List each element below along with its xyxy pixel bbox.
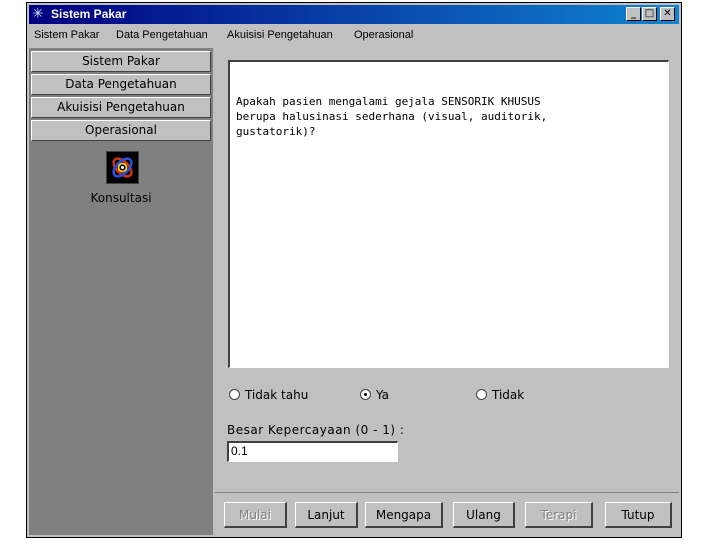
app-window: ✳ Sistem Pakar _ □ ✕ Sistem Pakar Data P… [26,2,682,538]
radio-indicator[interactable] [229,389,240,400]
menu-bar: Sistem Pakar Data Pengetahuan Akuisisi P… [29,25,679,45]
radio-ya[interactable]: Ya [360,388,389,402]
radio-label: Tidak tahu [245,388,309,402]
radio-label: Tidak [492,388,525,402]
mengapa-button[interactable]: Mengapa [365,502,443,528]
menu-akuisisi-pengetahuan[interactable]: Akuisisi Pengetahuan [227,29,333,41]
ulang-button[interactable]: Ulang [453,502,515,528]
radio-indicator-selected[interactable] [360,389,371,400]
sidebar-item-sistem-pakar[interactable]: Sistem Pakar [31,51,211,72]
sidebar-item-akuisisi-pengetahuan[interactable]: Akuisisi Pengetahuan [31,97,211,118]
confidence-label: Besar Kepercayaan (0 - 1) : [227,423,405,437]
menu-sistem-pakar[interactable]: Sistem Pakar [34,29,99,41]
konsultasi-icon[interactable] [106,151,139,184]
terapi-button[interactable]: Terapi [525,502,593,528]
lanjut-button[interactable]: Lanjut [295,502,358,528]
radio-indicator[interactable] [476,389,487,400]
app-icon: ✳ [32,6,44,22]
sidebar-item-data-pengetahuan[interactable]: Data Pengetahuan [31,74,211,95]
menu-operasional[interactable]: Operasional [354,29,413,41]
window-title: Sistem Pakar [51,7,127,21]
consultation-panel: Apakah pasien mengalami gejala SENSORIK … [215,48,679,535]
close-button[interactable]: ✕ [660,7,675,21]
tutup-button[interactable]: Tutup [605,502,672,528]
minimize-button[interactable]: _ [626,7,641,21]
maximize-button[interactable]: □ [642,7,657,21]
radio-tidak[interactable]: Tidak [476,388,524,402]
sidebar-item-operasional[interactable]: Operasional [31,120,211,141]
mulai-button[interactable]: Mulai [224,502,287,528]
menu-data-pengetahuan[interactable]: Data Pengetahuan [116,29,208,41]
radio-label: Ya [376,388,390,402]
title-bar[interactable]: ✳ Sistem Pakar _ □ ✕ [29,5,679,24]
question-box: Apakah pasien mengalami gejala SENSORIK … [228,60,669,368]
sidebar: Sistem Pakar Data Pengetahuan Akuisisi P… [29,48,213,535]
question-text: Apakah pasien mengalami gejala SENSORIK … [236,95,548,138]
confidence-input[interactable]: 0.1 [227,441,398,462]
radio-tidak-tahu[interactable]: Tidak tahu [229,388,308,402]
button-bar: Mulai Lanjut Mengapa Ulang Terapi Tutup [215,492,679,535]
konsultasi-label[interactable]: Konsultasi [29,191,213,205]
